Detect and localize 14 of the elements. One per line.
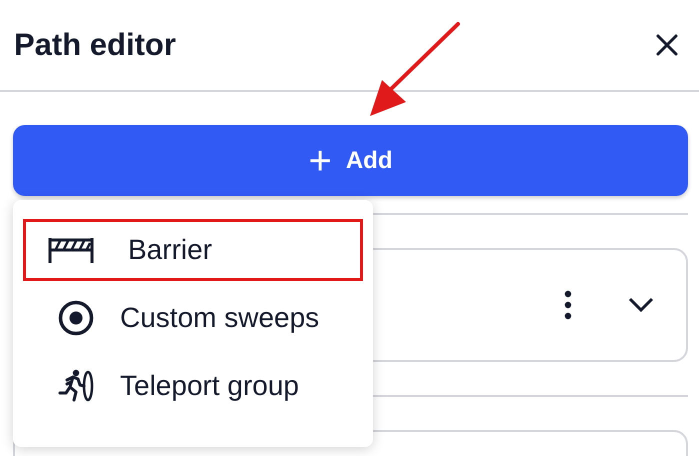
barrier-icon <box>48 237 94 263</box>
more-button[interactable] <box>564 290 572 320</box>
menu-item[interactable]: Custom sweeps <box>23 287 363 349</box>
more-icon <box>564 290 572 320</box>
close-icon <box>656 34 678 56</box>
running-person-icon <box>58 368 94 404</box>
plus-icon: + <box>308 140 332 180</box>
panel-title: Path editor <box>14 27 176 63</box>
add-button[interactable]: + Add <box>13 125 688 196</box>
menu-item[interactable]: Barrier <box>23 219 363 281</box>
menu-item[interactable]: Teleport group <box>23 355 363 417</box>
target-icon <box>58 300 94 336</box>
chevron-icon <box>628 297 654 313</box>
expand-button[interactable] <box>628 297 654 313</box>
